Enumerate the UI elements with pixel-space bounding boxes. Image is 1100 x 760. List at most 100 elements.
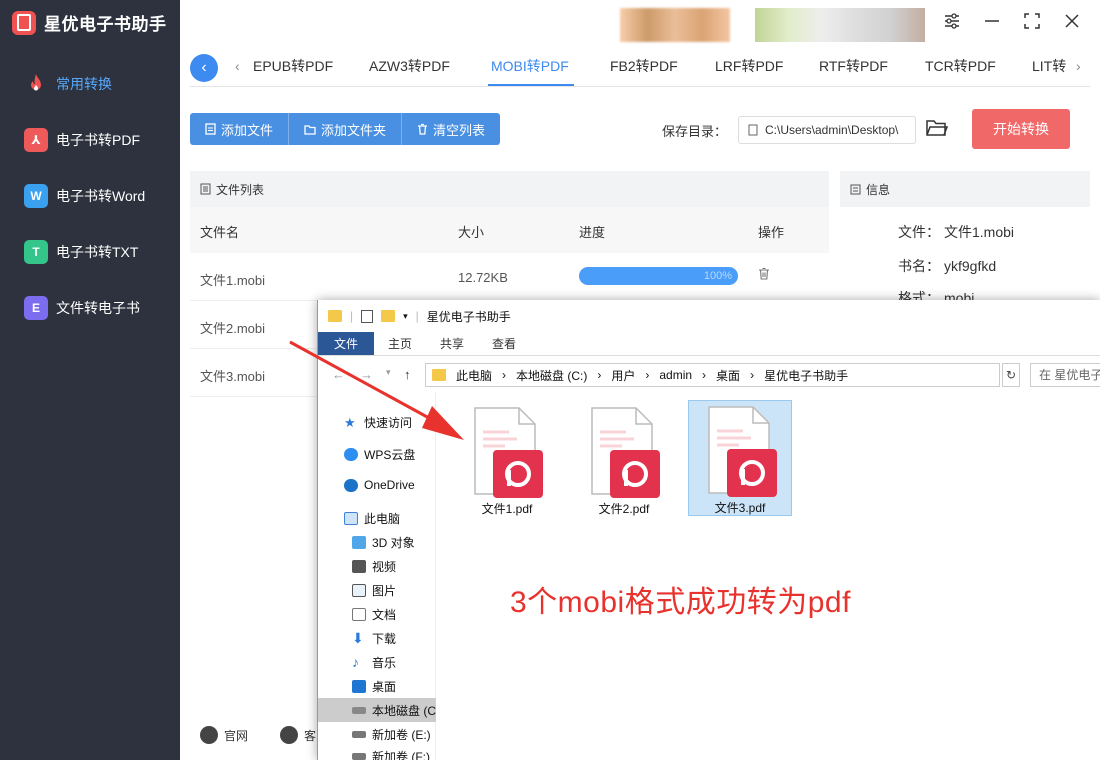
tab-fb2[interactable]: FB2转PDF (610, 56, 678, 76)
word-icon: W (24, 184, 48, 208)
table-row[interactable]: 文件1.mobi 12.72KB 100% (190, 253, 829, 301)
minimize-icon[interactable] (980, 12, 1004, 36)
tab-lrf[interactable]: LRF转PDF (715, 56, 783, 76)
trash-icon (418, 123, 428, 135)
column-name: 文件名 (200, 225, 240, 240)
tree-item-onedrive[interactable]: OneDrive (344, 478, 415, 492)
explorer-ribbon: 文件 主页 共享 查看 (318, 332, 1100, 356)
start-convert-button[interactable]: 开始转换 (972, 109, 1070, 149)
close-icon[interactable] (1060, 12, 1084, 36)
chevron-right-icon[interactable]: › (1076, 58, 1081, 74)
pdf-file-icon (708, 406, 777, 497)
chat-icon (280, 726, 298, 744)
service-link[interactable]: 客 (280, 726, 316, 744)
cloud-icon (344, 448, 358, 461)
txt-icon: T (24, 240, 48, 264)
maximize-icon[interactable] (1020, 12, 1044, 36)
file-explorer-window: | ▾ | 星优电子书助手 文件 主页 共享 查看 ← → ▾ ↑ 此电脑 › 本… (317, 300, 1100, 760)
up-arrow-icon[interactable]: ↑ (404, 367, 411, 382)
tab-lit[interactable]: LIT转 (1032, 56, 1066, 76)
sidebar-item-to-txt[interactable]: T 电子书转TXT (0, 224, 180, 280)
download-icon: ⬇ (352, 630, 364, 646)
sidebar-item-to-pdf[interactable]: ⅄ 电子书转PDF (0, 112, 180, 168)
tab-epub[interactable]: EPUB转PDF (253, 56, 333, 76)
file-actions: 添加文件 添加文件夹 清空列表 (190, 113, 501, 145)
ribbon-tab-home[interactable]: 主页 (374, 332, 426, 355)
drive-icon (352, 731, 366, 738)
file-list-header: 文件列表 (190, 171, 829, 207)
tree-item-local-disk-c[interactable]: 本地磁盘 (C (318, 698, 436, 722)
browse-folder-icon[interactable] (926, 119, 949, 139)
website-icon (200, 726, 218, 744)
properties-icon[interactable] (361, 309, 374, 323)
sidebar-item-common[interactable]: 常用转换 (0, 56, 180, 112)
refresh-icon[interactable]: ↻ (1002, 363, 1020, 387)
sidebar-nav: 常用转换 ⅄ 电子书转PDF W 电子书转Word T 电子书转TXT E 文件… (0, 56, 180, 336)
drive-icon (352, 706, 366, 714)
file-list-title: 文件列表 (216, 182, 265, 197)
desktop-icon (352, 680, 366, 693)
sidebar-item-to-word[interactable]: W 电子书转Word (0, 168, 180, 224)
crumb-users[interactable]: 用户 (611, 367, 635, 384)
tree-item-wps-cloud[interactable]: WPS云盘 (344, 446, 415, 463)
app-title: 星优电子书助手 (44, 15, 167, 34)
sidebar-item-to-ebook[interactable]: E 文件转电子书 (0, 280, 180, 336)
file-size: 12.72KB (458, 270, 508, 285)
crumb-desktop[interactable]: 桌面 (716, 367, 740, 384)
tree-item-volume-e[interactable]: 新加卷 (E:) (352, 726, 431, 743)
pdf-file-icon (474, 407, 543, 498)
computer-icon (344, 512, 358, 525)
recent-chevron-icon[interactable]: ▾ (386, 367, 391, 378)
crumb-disk-c[interactable]: 本地磁盘 (C:) (516, 367, 587, 384)
explorer-search-input[interactable]: 在 星优电子 (1030, 363, 1100, 387)
pdf-file-item-selected[interactable]: 文件3.pdf (688, 400, 792, 516)
onedrive-icon (344, 478, 358, 492)
delete-icon[interactable] (758, 267, 770, 283)
chevron-down-icon[interactable]: ▾ (403, 311, 408, 322)
tree-item-volume-f[interactable]: 新加卷 (F:) (352, 748, 430, 760)
tree-item-pictures[interactable]: 图片 (352, 582, 396, 599)
music-icon: ♪ (352, 654, 359, 670)
tab-rtf[interactable]: RTF转PDF (819, 56, 888, 76)
sidebar: 星优电子书助手 常用转换 ⅄ 电子书转PDF W 电子书转Word T 电子书转… (0, 0, 180, 760)
tree-item-documents[interactable]: 文档 (352, 606, 396, 623)
folder-icon (328, 310, 342, 322)
back-button[interactable]: ‹ (190, 54, 218, 82)
add-file-button[interactable]: 添加文件 (190, 113, 290, 145)
tab-azw3[interactable]: AZW3转PDF (369, 56, 450, 76)
tab-mobi[interactable]: MOBI转PDF (491, 56, 569, 76)
address-bar[interactable]: 此电脑 › 本地磁盘 (C:) › 用户 › admin › 桌面 › 星优电子书助手 (425, 363, 1000, 387)
back-arrow-icon[interactable]: ← (332, 367, 345, 382)
tree-item-downloads[interactable]: ⬇ 下载 (352, 630, 396, 647)
pdf-file-item[interactable]: 文件2.pdf (572, 402, 676, 518)
add-folder-button[interactable]: 添加文件夹 (289, 113, 403, 145)
crumb-pc[interactable]: 此电脑 (456, 367, 492, 384)
explorer-title: 星优电子书助手 (426, 309, 511, 324)
tree-item-3d-objects[interactable]: 3D 对象 (352, 534, 415, 551)
settings-icon[interactable] (940, 12, 964, 36)
website-link[interactable]: 官网 (200, 726, 248, 744)
crumb-app-folder[interactable]: 星优电子书助手 (764, 367, 848, 384)
format-tabs: ‹ ‹ EPUB转PDF AZW3转PDF MOBI转PDF FB2转PDF L… (180, 48, 1100, 88)
ribbon-tab-share[interactable]: 共享 (426, 332, 478, 355)
clear-list-button[interactable]: 清空列表 (402, 113, 500, 145)
new-folder-icon[interactable] (381, 310, 396, 322)
pdf-icon: ⅄ (24, 128, 48, 152)
pdf-file-item[interactable]: 文件1.pdf (455, 402, 559, 518)
tree-item-quick-access[interactable]: ★ 快速访问 (344, 414, 412, 431)
tree-item-desktop[interactable]: 桌面 (352, 678, 396, 695)
cube-icon (352, 536, 366, 549)
ribbon-tab-view[interactable]: 查看 (478, 332, 530, 355)
tab-tcr[interactable]: TCR转PDF (925, 56, 996, 76)
forward-arrow-icon[interactable]: → (360, 367, 373, 382)
crumb-admin[interactable]: admin (659, 368, 692, 382)
tree-item-videos[interactable]: 视频 (352, 558, 396, 575)
app-logo-icon (12, 10, 36, 35)
ribbon-tab-file[interactable]: 文件 (318, 332, 375, 355)
save-dir-input[interactable]: C:\Users\admin\Desktop\ (738, 116, 916, 144)
tree-item-this-pc[interactable]: 此电脑 (344, 510, 400, 527)
chevron-left-icon[interactable]: ‹ (235, 58, 240, 74)
info-header: 信息 (840, 171, 1090, 207)
file-name: 文件3.mobi (200, 369, 266, 384)
tree-item-music[interactable]: ♪ 音乐 (352, 654, 396, 671)
